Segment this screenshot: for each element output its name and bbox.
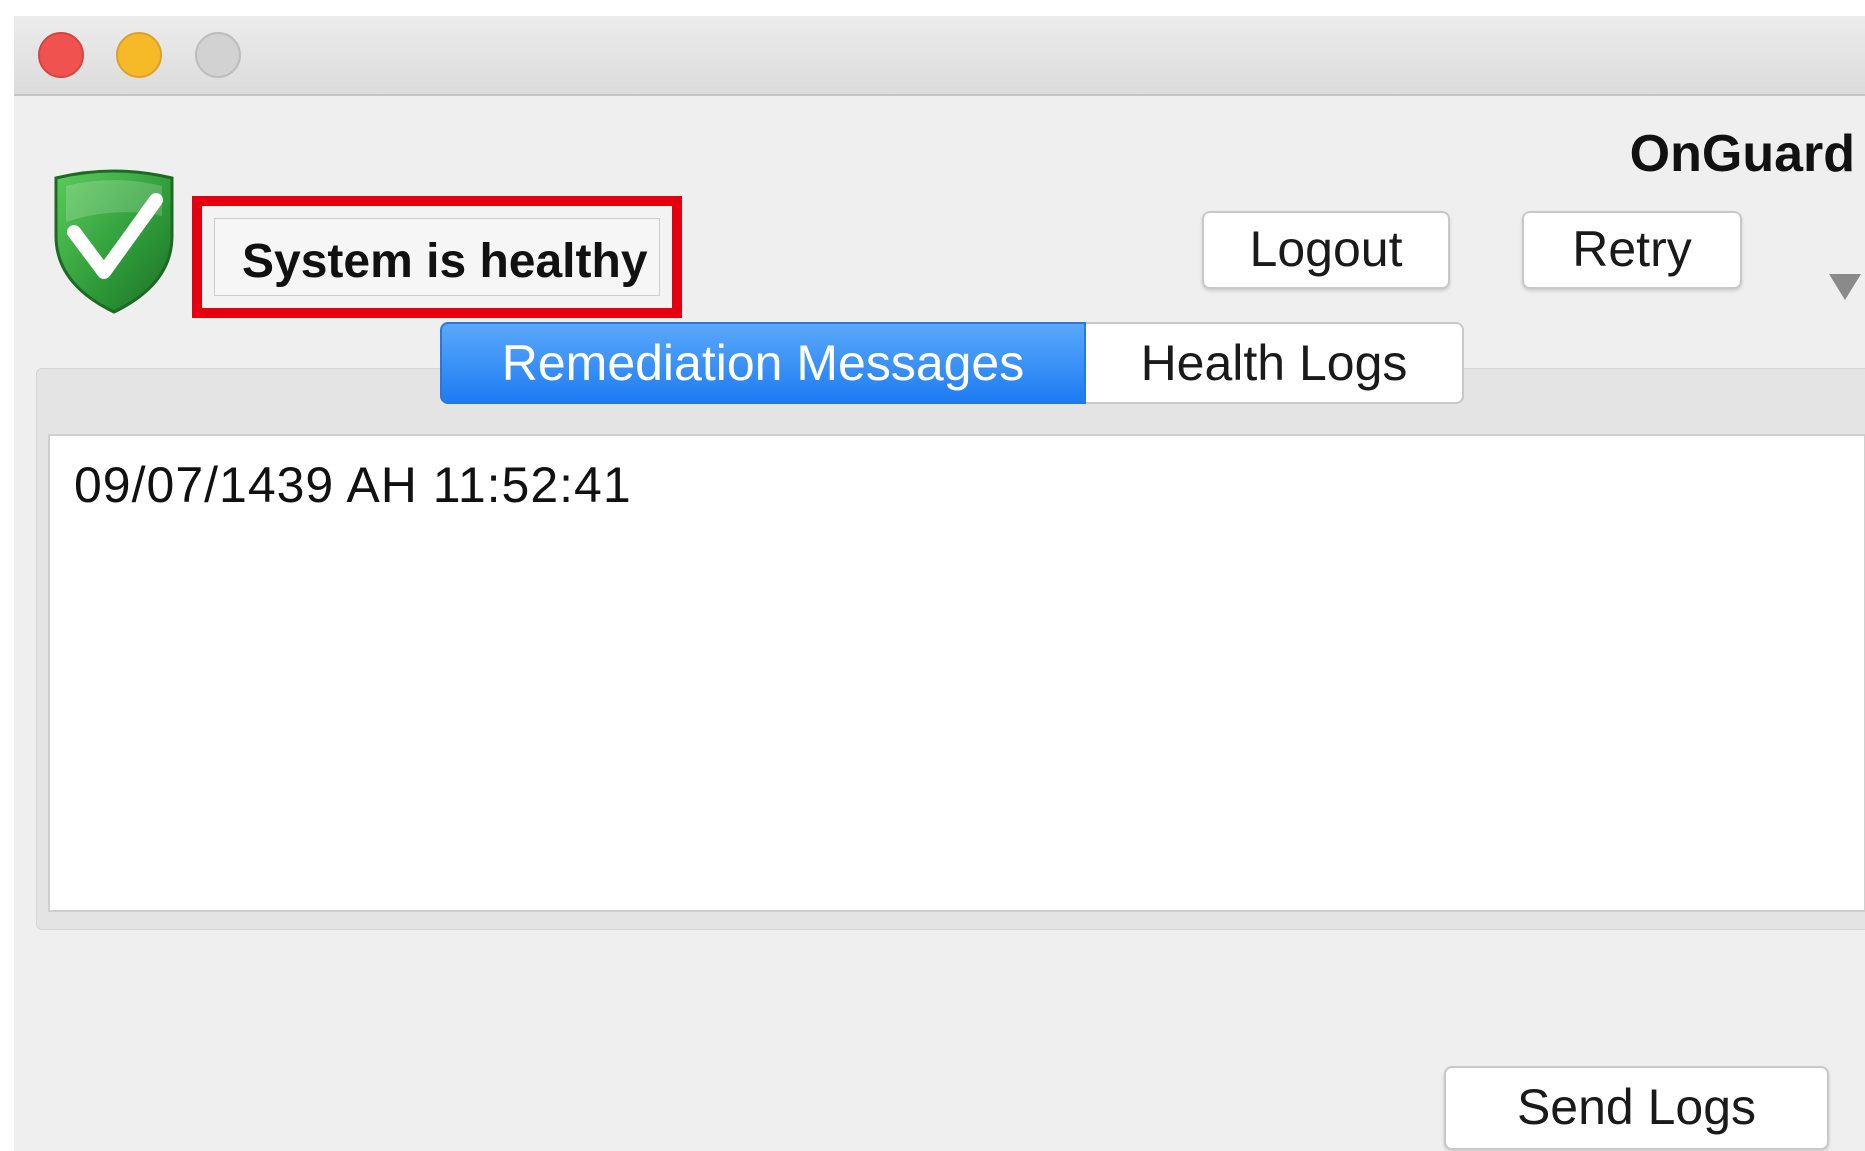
tab-bar: Remediation Messages Health Logs: [440, 322, 1464, 404]
onguard-window: OnGuard System is healthy Logout Retry 0…: [14, 16, 1865, 1151]
list-item: 09/07/1439 AH 11:52:41: [74, 457, 632, 513]
status-text: System is healthy: [242, 235, 648, 288]
shield-check-icon: [54, 169, 174, 314]
title-bar: [14, 16, 1865, 96]
status-highlight: System is healthy: [192, 196, 682, 318]
logout-button[interactable]: Logout: [1202, 211, 1450, 289]
retry-button[interactable]: Retry: [1522, 211, 1742, 289]
app-name: OnGuard: [1629, 125, 1855, 183]
zoom-window-button[interactable]: [195, 32, 241, 78]
tab-remediation-messages[interactable]: Remediation Messages: [440, 322, 1086, 404]
dropdown-arrow-icon[interactable]: [1829, 274, 1861, 300]
send-logs-button[interactable]: Send Logs: [1444, 1066, 1829, 1150]
tab-health-logs[interactable]: Health Logs: [1086, 322, 1464, 404]
minimize-window-button[interactable]: [116, 32, 162, 78]
remediation-messages-list[interactable]: 09/07/1439 AH 11:52:41: [48, 434, 1865, 912]
close-window-button[interactable]: [38, 32, 84, 78]
